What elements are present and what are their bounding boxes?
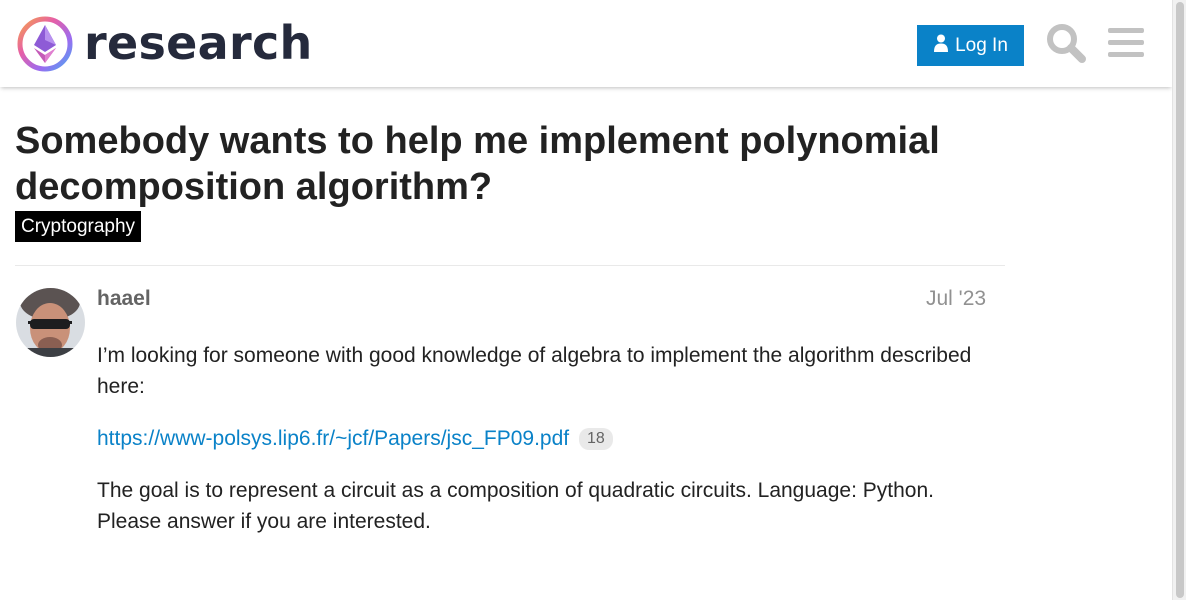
user-icon bbox=[933, 34, 949, 58]
site-brand-name[interactable]: research bbox=[84, 14, 313, 72]
post-link-paragraph: https://www-polsys.lip6.fr/~jcf/Papers/j… bbox=[97, 423, 997, 454]
ethereum-logo-icon[interactable] bbox=[16, 15, 74, 73]
post-date[interactable]: Jul '23 bbox=[926, 286, 986, 312]
page-scrollbar[interactable] bbox=[1172, 0, 1186, 600]
scrollbar-thumb[interactable] bbox=[1176, 2, 1184, 598]
search-icon[interactable] bbox=[1045, 22, 1087, 64]
avatar[interactable] bbox=[16, 288, 85, 357]
topic-title[interactable]: Somebody wants to help me implement poly… bbox=[15, 118, 1015, 210]
link-click-count-badge: 18 bbox=[578, 428, 613, 450]
post-body: I’m looking for someone with good knowle… bbox=[97, 340, 997, 558]
category-badge[interactable]: Cryptography bbox=[15, 211, 142, 242]
post-paragraph: The goal is to represent a circuit as a … bbox=[97, 479, 934, 533]
paper-link[interactable]: https://www-polsys.lip6.fr/~jcf/Papers/j… bbox=[97, 427, 569, 450]
post-paragraph: I’m looking for someone with good knowle… bbox=[97, 344, 972, 398]
site-header: research Log In bbox=[0, 0, 1172, 87]
login-button[interactable]: Log In bbox=[917, 25, 1024, 66]
login-label: Log In bbox=[955, 34, 1008, 56]
topic-divider bbox=[15, 265, 1005, 266]
post-username[interactable]: haael bbox=[97, 286, 151, 312]
hamburger-menu-icon[interactable] bbox=[1106, 22, 1148, 64]
